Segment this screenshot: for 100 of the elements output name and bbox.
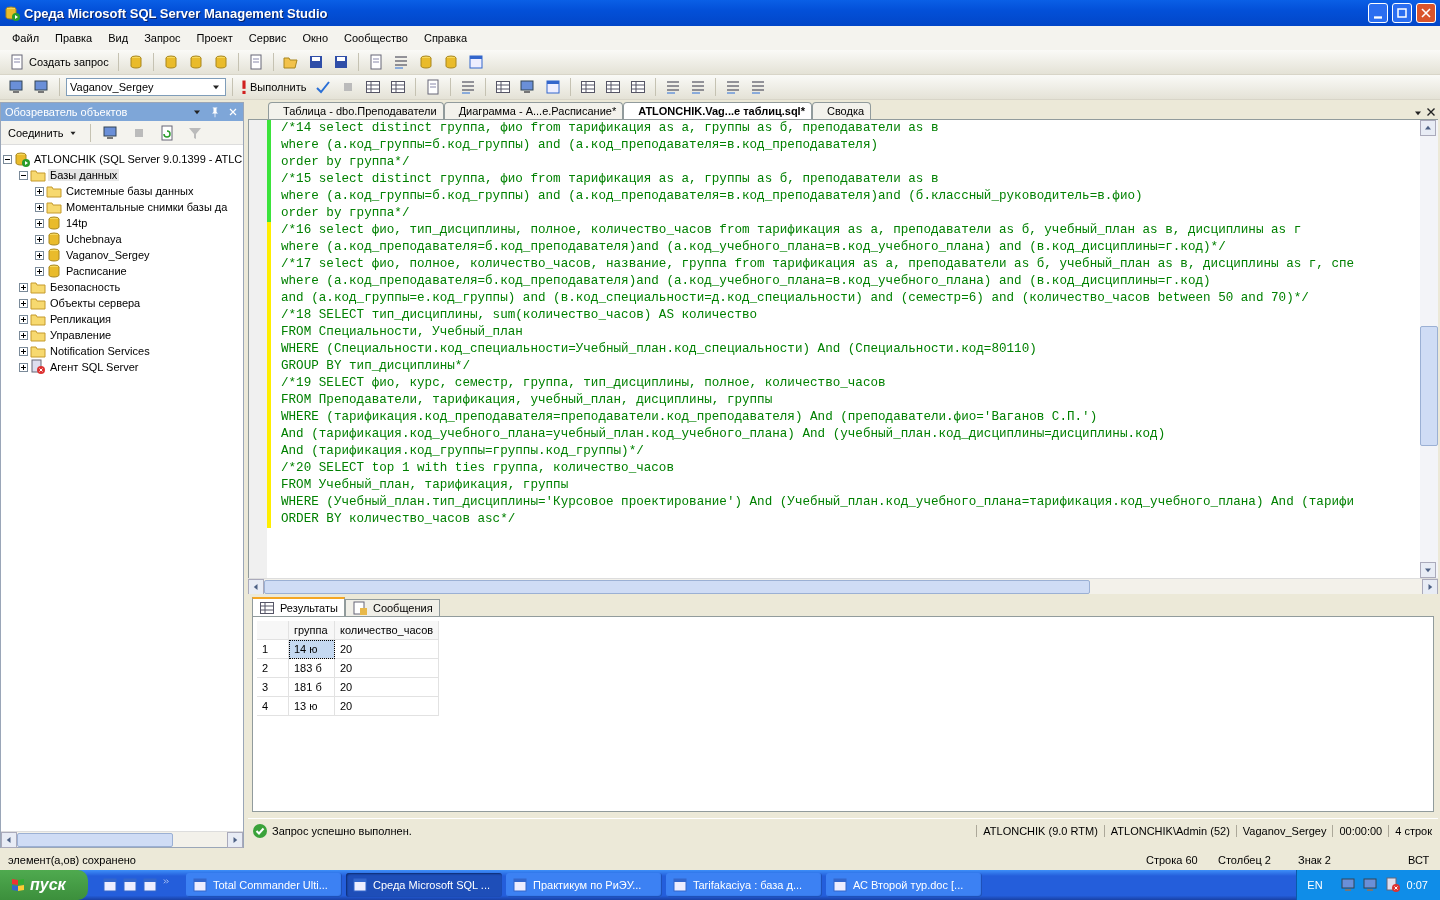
expander-icon[interactable]	[19, 314, 28, 324]
document-tab[interactable]: Таблица - dbo.Преподаватели	[268, 102, 444, 119]
expander-icon[interactable]	[19, 170, 28, 180]
expander-icon[interactable]	[35, 250, 44, 260]
expander-icon[interactable]	[35, 266, 44, 276]
table-cell: 13 ю	[289, 697, 335, 716]
scrollbar[interactable]	[1420, 120, 1438, 578]
close-button[interactable]	[1416, 3, 1436, 23]
tree-item[interactable]: Агент SQL Server	[48, 361, 141, 373]
window-icon	[832, 877, 848, 893]
menu-item[interactable]: Сообщество	[336, 32, 416, 44]
window-icon	[352, 877, 368, 893]
code-line: And (тарификация.код_учебного_плана=учебный_план.код_учебного_плана) And (учебный_план.код_дисциплины=дисциплины.код)	[281, 426, 1166, 443]
tree-item[interactable]: Репликация	[48, 313, 114, 325]
tree-item[interactable]: 14tp	[64, 217, 90, 229]
results-tab[interactable]: Результаты	[252, 597, 345, 616]
expander-icon[interactable]	[19, 346, 28, 356]
results-tab[interactable]: Сообщения	[344, 599, 440, 616]
minimize-button[interactable]	[1368, 3, 1388, 23]
menu-item[interactable]: Файл	[4, 32, 48, 44]
expander-icon[interactable]	[3, 154, 12, 164]
clock: 0:07	[1406, 879, 1428, 891]
code-line: WHERE (Учебный_план.тип_дисциплины='Курсовое проектирование') And (Учебный_план.код_учебного_плана=тарификация.код_учебного_плана) And (тарифи	[281, 494, 1355, 511]
window-icon	[467, 54, 484, 70]
window-icon	[192, 877, 208, 893]
table-cell: 183 б	[289, 659, 335, 678]
taskbar-button[interactable]: Tarifakaciya : база д...	[666, 873, 822, 897]
tree-item[interactable]: Notification Services	[48, 345, 152, 357]
language-indicator[interactable]: EN	[1307, 879, 1323, 891]
status-field: ATLONCHIK (9.0 RTM)	[976, 824, 1104, 837]
code-line: order by группа*/	[281, 205, 410, 222]
menu-item[interactable]: Проект	[188, 32, 241, 44]
tree-item[interactable]: Vaganov_Sergey	[64, 249, 152, 261]
document-tab[interactable]: Диаграмма - A...е.Расписание*	[443, 102, 624, 119]
tree-item[interactable]: ATLONCHIK (SQL Server 9.0.1399 - ATLC	[32, 153, 245, 165]
expander-icon[interactable]	[19, 330, 28, 340]
code-editor[interactable]	[248, 120, 1438, 578]
database-select[interactable]: Vaganov_Sergey	[66, 78, 226, 96]
taskbar-button[interactable]: Total Commander Ulti...	[186, 873, 342, 897]
document-icon	[367, 54, 384, 70]
code-line: FROM Преподаватели, тарификация, учебный_план, дисциплины, группы	[281, 392, 773, 409]
database-icon	[417, 54, 434, 70]
tree-item[interactable]: Безопасность	[48, 281, 123, 293]
document-tab[interactable]: Сводка	[811, 102, 872, 119]
document-icon	[9, 54, 25, 70]
menu-item[interactable]: Правка	[47, 32, 101, 44]
status-field: Знак 2	[1298, 854, 1408, 866]
menu-item[interactable]: Сервис	[240, 32, 295, 44]
code-line: FROM Учебный_план, тарификация, группы	[281, 477, 569, 494]
menu-item[interactable]: Запрос	[136, 32, 189, 44]
maximize-icon	[1394, 5, 1410, 21]
expander-icon[interactable]	[35, 186, 44, 196]
tree-item[interactable]: Объекты сервера	[48, 297, 143, 309]
window-icon	[672, 877, 688, 893]
database-icon	[46, 231, 62, 247]
tree-item[interactable]: Базы данных	[48, 169, 120, 181]
row-number: 2	[257, 659, 289, 678]
code-line: GROUP BY тип_дисциплины*/	[281, 358, 470, 375]
status-message: элемент(а,ов) сохранено	[8, 854, 137, 866]
scrollbar[interactable]	[1, 831, 243, 847]
tree-item[interactable]: Моментальные снимки базы да	[64, 201, 230, 213]
database-query-icon	[187, 54, 204, 70]
connect-button[interactable]: Соединить	[5, 124, 81, 141]
tree-item[interactable]: Системные базы данных	[64, 185, 196, 197]
taskbar-button[interactable]: АС Второй тур.doc [...	[826, 873, 982, 897]
expander-icon[interactable]	[35, 234, 44, 244]
flag-icon	[10, 877, 26, 893]
scrollbar[interactable]	[248, 578, 1438, 594]
tree-item[interactable]: Uchebnaya	[64, 233, 124, 245]
agent-icon	[30, 359, 46, 375]
refresh-icon	[158, 124, 175, 141]
panel-title: Обозреватель объектов	[5, 106, 129, 118]
database-query-icon	[212, 54, 229, 70]
row-number: 1	[257, 640, 289, 659]
column-header[interactable]: количество_часов	[335, 621, 440, 640]
server-icon	[14, 151, 30, 167]
expander-icon[interactable]	[35, 202, 44, 212]
tree-item[interactable]: Расписание	[64, 265, 129, 277]
save-icon	[307, 54, 324, 70]
menu-item[interactable]: Окно	[294, 32, 337, 44]
execute-button[interactable]: Выполнить	[239, 78, 310, 96]
tree-item[interactable]: Управление	[48, 329, 114, 341]
document-tab[interactable]: ATLONCHIK.Vag...е таблиц.sql*	[623, 102, 812, 119]
code-line: /*19 SELECT фио, курс, семестр, группа, тип_дисциплины, полное, количество_часов	[281, 375, 886, 392]
folder-icon	[30, 311, 46, 327]
menu-item[interactable]: Справка	[415, 32, 476, 44]
taskbar-button[interactable]: Практикум по РиЭУ...	[506, 873, 662, 897]
expander-icon[interactable]	[35, 218, 44, 228]
database-icon	[442, 54, 459, 70]
code-line: WHERE (Специальности.код_специальности=Учебный_план.код_специальности) And (Специальности.код=80110)	[281, 341, 1037, 358]
code-line: order by группа*/	[281, 154, 410, 171]
new-query-button[interactable]: Создать запрос	[6, 52, 112, 72]
menu-item[interactable]: Вид	[100, 32, 137, 44]
expander-icon[interactable]	[19, 282, 28, 292]
expander-icon[interactable]	[19, 298, 28, 308]
maximize-button[interactable]	[1392, 3, 1412, 23]
expander-icon[interactable]	[19, 362, 28, 372]
column-header[interactable]: группа	[289, 621, 335, 640]
table-cell: 20	[335, 697, 440, 716]
taskbar-button[interactable]: Среда Microsoft SQL ...	[346, 873, 502, 897]
